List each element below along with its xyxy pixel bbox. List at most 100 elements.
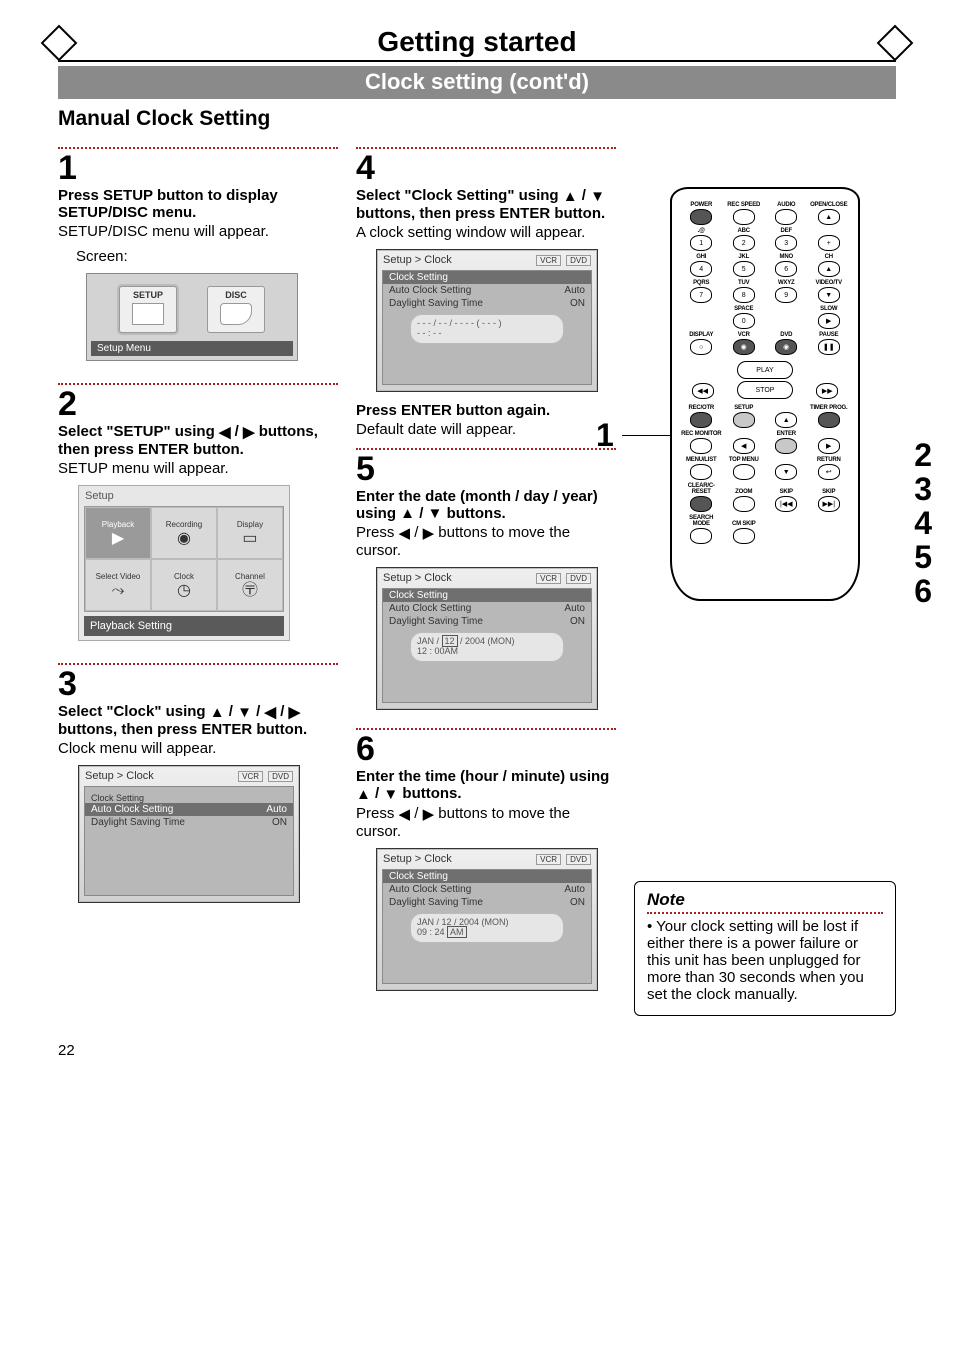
ff-button-icon: ▶▶ (816, 383, 838, 399)
recspeed-button (733, 209, 755, 225)
row-dst: Daylight Saving TimeON (389, 615, 585, 628)
row-auto-clock: Auto Clock SettingAuto (85, 803, 293, 816)
clock-glyph-icon: ◷ (177, 583, 191, 599)
divider (58, 383, 338, 385)
clock-line1: JAN / 12 / 2004 (MON) (417, 636, 557, 646)
callout-right-5: 5 (914, 539, 932, 576)
zoom-button (733, 496, 755, 512)
down-arrow-icon: ▼ (383, 786, 398, 803)
audio-button (775, 209, 797, 225)
timerprog-button (818, 412, 840, 428)
clock-line1: JAN / 12 / 2004 (MON) (417, 917, 557, 927)
cable-glyph-icon: ⤳ (112, 583, 125, 599)
step-3-number: 3 (58, 667, 338, 701)
divider (356, 448, 616, 450)
cmskip-button (733, 528, 755, 544)
divider (58, 147, 338, 149)
step-1-screen: SETUP DISC Setup Menu (86, 273, 298, 361)
grid-playback: Playback▶ (85, 507, 151, 559)
dvd-tag: DVD (566, 255, 591, 266)
clock-frame: - - - / - - / - - - - ( - - - ) - - : - … (410, 314, 564, 344)
step-2-screen: Setup Playback▶ Recording◉ Display▭ Sele… (78, 485, 290, 641)
step-4-screen: Setup > Clock VCR DVD Clock Setting Auto… (376, 249, 598, 392)
note-body: • Your clock setting will be lost if eit… (647, 918, 883, 1003)
page-subtitle: Clock setting (cont'd) (58, 66, 896, 99)
btn-label: POWER (690, 202, 712, 208)
step-1-number: 1 (58, 151, 338, 185)
vcr-button: ◉ (733, 339, 755, 355)
note-box: Note • Your clock setting will be lost i… (634, 881, 896, 1016)
row-clock-setting: Clock Setting (383, 271, 591, 284)
num-0-button: 0 (733, 313, 755, 329)
row-clock-setting: Clock Setting (91, 793, 287, 803)
num-6-button: 6 (775, 261, 797, 277)
row-clock-setting: Clock Setting (383, 589, 591, 602)
step-4-body: A clock setting window will appear. (356, 224, 616, 241)
clear-button (690, 496, 712, 512)
num-2-button: 2 (733, 235, 755, 251)
enter-button (775, 438, 797, 454)
dvd-tag: DVD (566, 854, 591, 865)
recmonitor-button (690, 438, 712, 454)
step-5-number: 5 (356, 452, 616, 486)
topmenu-button (733, 464, 755, 480)
vcr-tag: VCR (536, 854, 561, 865)
step-2-screen-caption: Playback Setting (84, 616, 284, 636)
left-arrow-icon: ◀ (399, 524, 411, 542)
ch-down-button: ▼ (818, 287, 840, 303)
remote-control: POWER REC SPEED AUDIO OPEN/CLOSE▲ .@1 AB… (670, 187, 860, 601)
grid-channel: Channel〶 (217, 559, 283, 611)
stop-button: STOP (737, 381, 793, 399)
clock-frame: JAN / 12 / 2004 (MON) 09 : 24 AM (410, 913, 564, 943)
page-title: Getting started (377, 26, 576, 57)
slow-button: ▶ (818, 313, 840, 329)
callout-right-6: 6 (914, 573, 932, 610)
num-1-button: 1 (690, 235, 712, 251)
vcr-tag: VCR (536, 255, 561, 266)
clock-line2: - - : - - (417, 328, 557, 338)
num-8-button: 8 (733, 287, 755, 303)
rew-button-icon: ◀◀ (692, 383, 714, 399)
nav-right-button-icon: ▶ (818, 438, 840, 454)
breadcrumb: Setup > Clock (383, 853, 452, 865)
step-4-second-heading: Press ENTER button again. (356, 402, 616, 419)
step-1-screen-caption: Setup Menu (91, 341, 293, 356)
playback-glyph-icon: ▶ (112, 531, 124, 547)
section-heading: Manual Clock Setting (58, 107, 896, 131)
left-arrow-icon: ◀ (265, 703, 277, 721)
antenna-glyph-icon: 〶 (242, 583, 258, 599)
callout-right-3: 3 (914, 471, 932, 508)
clock-line2: 09 : 24 AM (417, 927, 557, 937)
num-3-button: 3 (775, 235, 797, 251)
disc-glyph-icon (220, 303, 252, 325)
page-title-bar: Getting started (58, 26, 896, 62)
column-left: 1 Press SETUP button to display SETUP/DI… (58, 137, 338, 911)
step-4-number: 4 (356, 151, 616, 185)
num-5-button: 5 (733, 261, 755, 277)
dvd-tag: DVD (566, 573, 591, 584)
step-4-heading: Select "Clock Setting" using ▲ / ▼ butto… (356, 187, 616, 222)
step-5-heading: Enter the date (month / day / year) usin… (356, 488, 616, 523)
divider (356, 728, 616, 730)
grid-selectvideo: Select Video⤳ (85, 559, 151, 611)
step-1-heading: Press SETUP button to display SETUP/DISC… (58, 187, 338, 221)
plus-button: + (818, 235, 840, 251)
right-arrow-icon: ▶ (423, 805, 435, 823)
up-arrow-icon: ▲ (210, 704, 225, 721)
step-2-body: SETUP menu will appear. (58, 460, 338, 477)
right-arrow-icon: ▶ (289, 703, 301, 721)
openclose-button-icon: ▲ (818, 209, 840, 225)
row-auto-clock: Auto Clock SettingAuto (389, 284, 585, 297)
power-button-icon (690, 209, 712, 225)
step-6-number: 6 (356, 732, 616, 766)
callout-right-2: 2 (914, 437, 932, 474)
nav-up-button-icon: ▲ (775, 412, 797, 428)
clock-frame: JAN / 12 / 2004 (MON) 12 : 00AM (410, 632, 564, 662)
page-number: 22 (58, 1042, 896, 1059)
note-title: Note (647, 890, 883, 910)
step-3-screen: Setup > Clock VCR DVD Clock Setting Auto… (78, 765, 300, 903)
step-5-body: Press ◀ / ▶ buttons to move the cursor. (356, 524, 616, 559)
disc-icon-label: DISC (225, 290, 247, 300)
step-6-screen: Setup > Clock VCR DVD Clock Setting Auto… (376, 848, 598, 991)
title-ornament-right (877, 25, 914, 62)
